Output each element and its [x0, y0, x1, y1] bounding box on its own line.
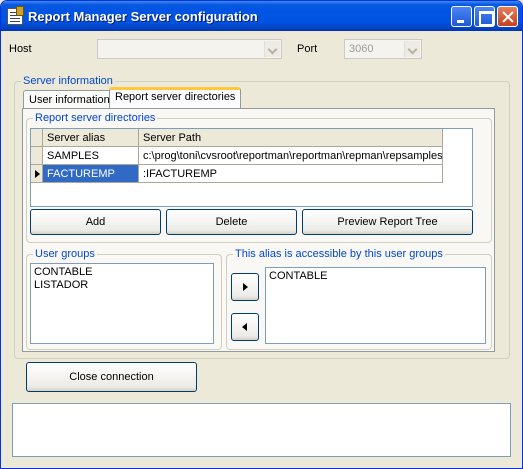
- user-groups-list[interactable]: CONTABLE LISTADOR: [30, 263, 214, 344]
- close-window-button[interactable]: [497, 6, 518, 27]
- preview-report-tree-button[interactable]: Preview Report Tree: [302, 209, 473, 235]
- delete-button[interactable]: Delete: [166, 209, 297, 235]
- table-cell-path[interactable]: :IFACTUREMP: [139, 165, 443, 183]
- chevron-down-icon[interactable]: [264, 41, 280, 57]
- table-cell-alias[interactable]: FACTUREMP: [43, 165, 139, 183]
- port-value: 3060: [349, 43, 374, 55]
- port-label: Port: [297, 43, 318, 55]
- host-label: Host: [9, 43, 32, 55]
- alias-groups-list[interactable]: CONTABLE: [265, 267, 486, 344]
- add-button[interactable]: Add: [30, 209, 161, 235]
- list-item[interactable]: CONTABLE: [34, 266, 210, 279]
- grid-corner: [31, 129, 43, 147]
- tab-label: User information: [29, 94, 110, 106]
- tab-report-server-directories[interactable]: Report server directories: [109, 87, 242, 109]
- list-item[interactable]: CONTABLE: [269, 270, 482, 283]
- tab-label: Report server directories: [115, 91, 236, 103]
- current-row-indicator[interactable]: [31, 165, 43, 183]
- app-icon: [7, 6, 24, 25]
- server-info-title: Server information: [21, 75, 115, 87]
- row-indicator[interactable]: [31, 147, 43, 165]
- table-cell-alias[interactable]: SAMPLES: [43, 147, 139, 165]
- chevron-down-icon[interactable]: [404, 41, 420, 57]
- list-item[interactable]: LISTADOR: [34, 279, 210, 292]
- alias-grid[interactable]: Server alias Server Path SAMPLES c:\prog…: [30, 128, 473, 207]
- title-bar[interactable]: Report Manager Server configuration: [1, 1, 522, 31]
- column-header-path[interactable]: Server Path: [139, 129, 443, 147]
- tab-user-information[interactable]: User information: [23, 90, 116, 110]
- table-cell-path[interactable]: c:\prog\toni\cvsroot\reportman\reportman…: [139, 147, 443, 165]
- config-window: Report Manager Server configuration Host…: [0, 0, 523, 469]
- log-memo[interactable]: [12, 403, 511, 457]
- host-combo[interactable]: [97, 39, 282, 59]
- close-connection-button[interactable]: Close connection: [26, 362, 197, 392]
- port-combo[interactable]: 3060: [344, 39, 422, 59]
- maximize-button[interactable]: [474, 6, 495, 27]
- window-title: Report Manager Server configuration: [28, 9, 258, 24]
- user-groups-title: User groups: [33, 248, 97, 260]
- column-header-alias[interactable]: Server alias: [43, 129, 139, 147]
- report-dirs-title: Report server directories: [33, 112, 158, 124]
- alias-groups-title: This alias is accessible by this user gr…: [233, 248, 445, 260]
- minimize-button[interactable]: [451, 6, 472, 27]
